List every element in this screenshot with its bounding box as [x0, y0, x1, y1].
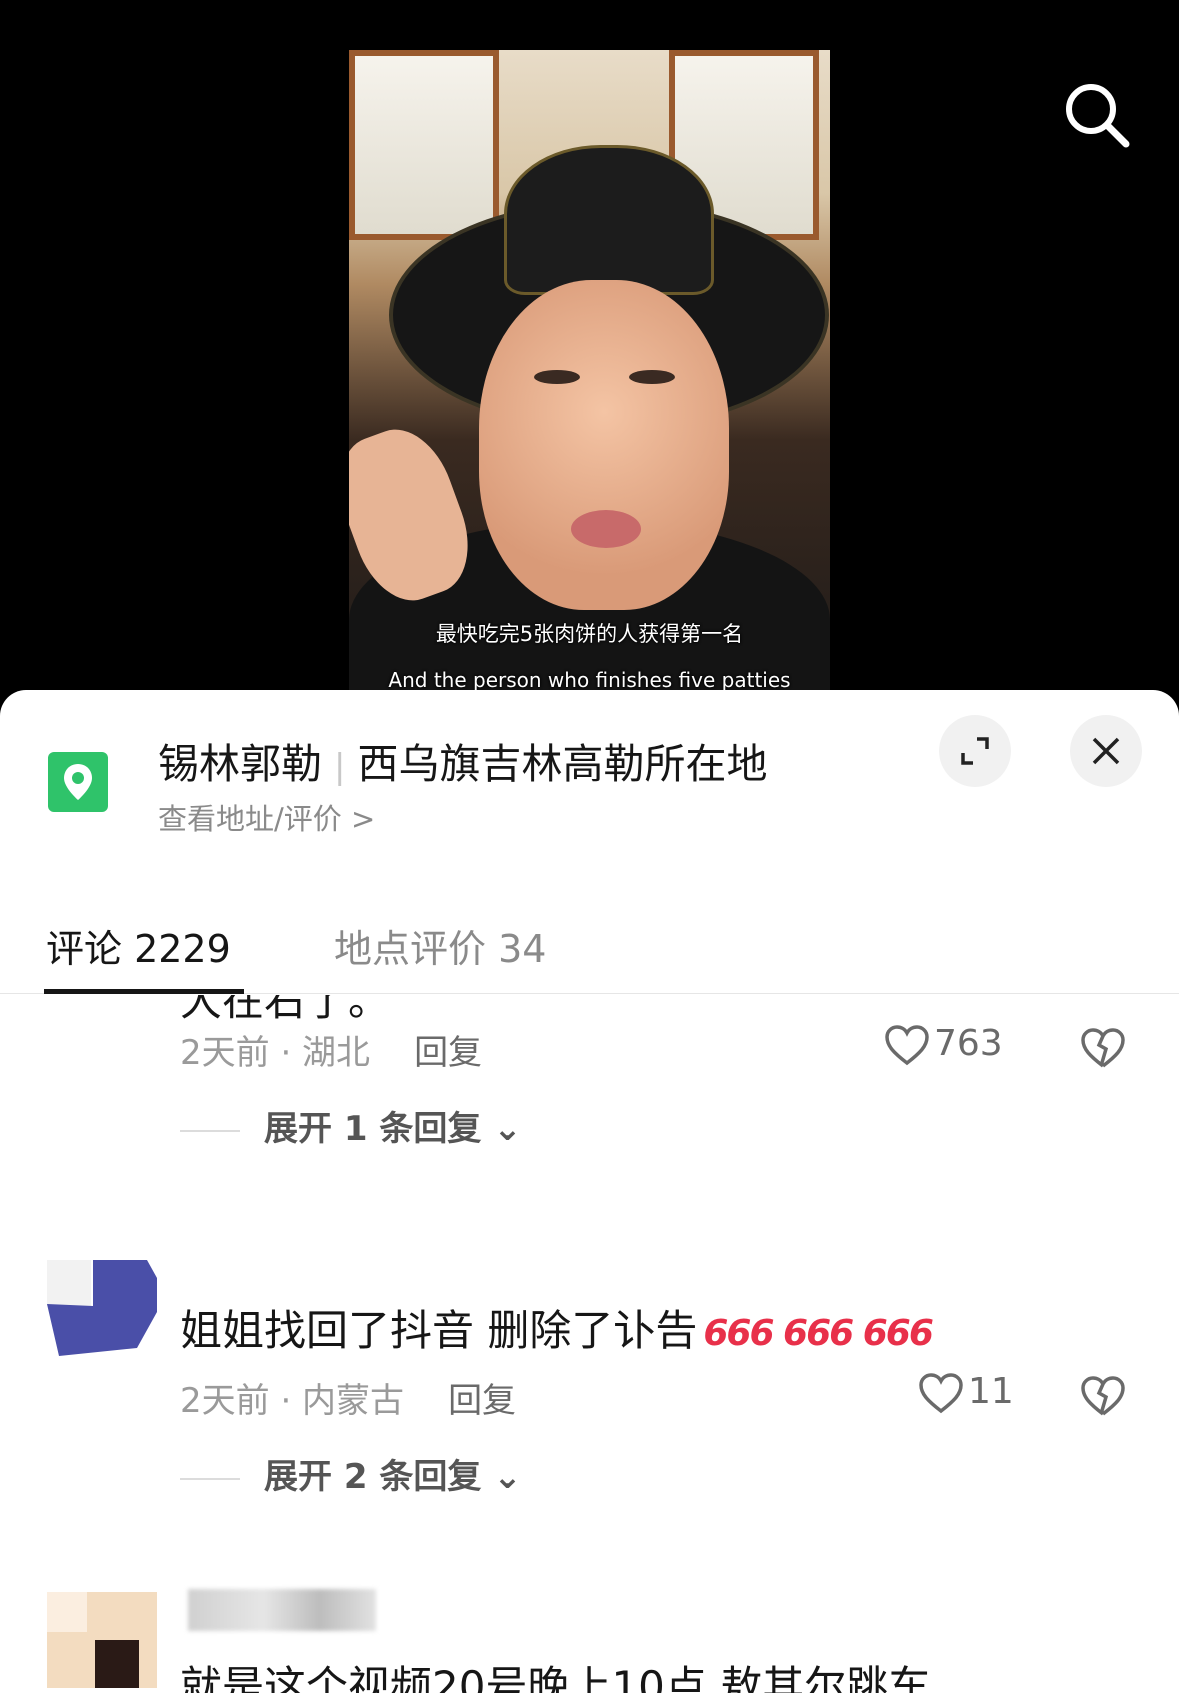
tab-bar: 评论 2229 地点评价 34 — [0, 910, 1179, 994]
avatar[interactable] — [47, 1592, 157, 1688]
title-divider: | — [334, 747, 346, 787]
like-count: 11 — [968, 1371, 1014, 1412]
expand-icon — [961, 737, 989, 765]
comment-body: 姐姐找回了抖音 删除了讣告 — [180, 1306, 698, 1355]
close-button[interactable] — [1070, 715, 1142, 787]
close-icon — [1092, 737, 1120, 765]
comment-text: 就是这个视频20号晚上10点 敖其尔跳车 — [180, 1662, 931, 1693]
expand-button[interactable] — [939, 715, 1011, 787]
tab-place-reviews[interactable]: 地点评价 34 — [334, 918, 546, 973]
background-window — [349, 50, 499, 240]
username-blurred[interactable] — [188, 1589, 376, 1631]
comment-sheet: 锡林郭勒 | 西乌旗吉林高勒所在地 查看地址/评价 > 评论 2229 地点评价 3… — [0, 690, 1179, 1693]
search-icon[interactable] — [1060, 78, 1132, 150]
subtitle-chinese: 最快吃完5张肉饼的人获得第一名 — [435, 622, 744, 646]
comment-text: 姐姐找回了抖音 删除了讣告 666 666 666 — [180, 1297, 934, 1358]
heart-icon — [885, 1025, 929, 1066]
emoji-666: 666 666 666 — [703, 1313, 934, 1354]
subtitle-english: And the person who finishes five patties — [388, 668, 791, 692]
location-pin-icon[interactable] — [48, 752, 108, 812]
eye — [534, 370, 580, 384]
comment-time-location: 2天前 · 内蒙古 — [180, 1381, 405, 1421]
chevron-down-icon: ⌄ — [493, 1109, 522, 1149]
chevron-down-icon: ⌄ — [493, 1457, 522, 1497]
face — [479, 280, 729, 610]
eye — [629, 370, 675, 384]
expand-replies-label: 展开 2 条回复 — [264, 1457, 482, 1497]
expand-replies-button[interactable]: 展开 1 条回复 ⌄ — [180, 1101, 522, 1150]
comment-list[interactable]: 大在右了。 2天前 · 湖北 回复 763 展开 1 条回复 ⌄ 姐姐找回了抖音 … — [0, 995, 1179, 1693]
dislike-button[interactable] — [1080, 1375, 1126, 1421]
comment-time-location: 2天前 · 湖北 — [180, 1033, 371, 1073]
reply-button[interactable]: 回复 — [414, 1033, 482, 1073]
broken-heart-icon — [1081, 1028, 1125, 1068]
video-player[interactable]: 最快吃完5张肉饼的人获得第一名 And the person who finis… — [0, 0, 1179, 700]
expand-replies-label: 展开 1 条回复 — [264, 1109, 482, 1149]
comment-meta: 2天前 · 湖北 回复 — [180, 1025, 482, 1074]
location-name: 锡林郭勒 — [158, 740, 322, 788]
mouth — [571, 510, 641, 548]
like-button[interactable]: 763 — [884, 1023, 1003, 1066]
location-title[interactable]: 锡林郭勒 | 西乌旗吉林高勒所在地 — [158, 730, 767, 790]
comment-text: 大在右了。 — [180, 995, 391, 1025]
view-address-link[interactable]: 查看地址/评价 > — [158, 796, 375, 838]
video-frame[interactable]: 最快吃完5张肉饼的人获得第一名 And the person who finis… — [349, 50, 830, 700]
like-button[interactable]: 11 — [918, 1371, 1014, 1414]
heart-icon — [919, 1373, 963, 1414]
active-tab-indicator — [44, 989, 244, 994]
broken-heart-icon — [1081, 1376, 1125, 1416]
tab-comments[interactable]: 评论 2229 — [46, 918, 231, 973]
location-detail: 西乌旗吉林高勒所在地 — [357, 740, 768, 788]
hat-crown — [504, 145, 714, 295]
like-count: 763 — [934, 1023, 1003, 1064]
avatar[interactable] — [47, 1260, 157, 1356]
expand-replies-button[interactable]: 展开 2 条回复 ⌄ — [180, 1449, 522, 1498]
reply-button[interactable]: 回复 — [448, 1381, 516, 1421]
divider-line — [180, 1129, 240, 1132]
dislike-button[interactable] — [1080, 1027, 1126, 1073]
divider-line — [180, 1477, 240, 1480]
comment-meta: 2天前 · 内蒙古 回复 — [180, 1373, 516, 1422]
